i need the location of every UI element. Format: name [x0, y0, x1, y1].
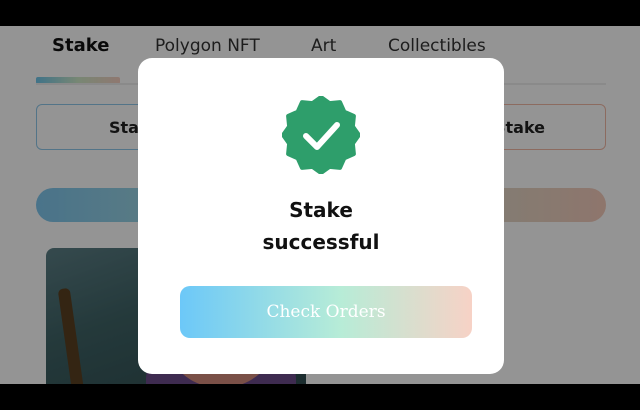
check-orders-label: Check Orders	[266, 302, 386, 322]
success-dialog: Stake successful Check Orders	[138, 58, 504, 374]
bottom-black-bar	[0, 384, 640, 410]
verified-check-icon	[282, 96, 360, 174]
dialog-title-text: Stake successful	[262, 198, 380, 254]
check-orders-button[interactable]: Check Orders	[180, 286, 472, 338]
dialog-title: Stake successful	[138, 194, 504, 258]
top-black-bar	[0, 0, 640, 26]
